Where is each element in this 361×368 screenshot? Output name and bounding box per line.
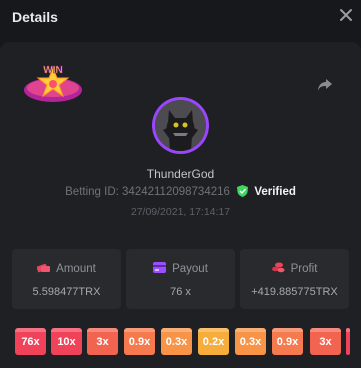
multiplier-chip: 0.9x	[272, 328, 303, 355]
multiplier-chip: 0.3x	[161, 328, 192, 355]
share-icon[interactable]	[317, 78, 333, 92]
verified-shield-icon	[237, 185, 249, 197]
bet-date: 27/09/2021, 17:14:17	[130, 206, 231, 218]
multiplier-chip: 3x	[310, 328, 341, 355]
stat-amount-value: 5.598477TRX	[32, 286, 101, 298]
avatar-image-icon	[155, 100, 206, 151]
card-icon	[153, 262, 167, 273]
stat-amount-label: Amount	[56, 263, 96, 275]
multiplier-chip: 0.9x	[124, 328, 155, 355]
coins-icon	[271, 262, 285, 273]
betting-id-label: Betting ID:	[65, 186, 119, 198]
stat-payout-value: 76 x	[170, 286, 191, 298]
stat-payout: Payout 76 x	[126, 249, 235, 309]
dialog-header: Details	[0, 0, 361, 36]
stat-profit-value: +419.885775TRX	[251, 286, 338, 298]
avatar	[152, 97, 209, 154]
multiplier-chip: 0.3x	[235, 328, 266, 355]
multiplier-chip	[346, 328, 350, 355]
multiplier-chip: 0.2x	[198, 328, 229, 355]
betting-id-value: 34242112098734216	[122, 186, 230, 198]
dialog-title: Details	[12, 9, 58, 25]
win-badge-icon: WIN	[24, 65, 82, 102]
close-icon[interactable]	[339, 8, 353, 22]
details-card: WIN ThunderGod Betting ID: 3424211209873…	[0, 42, 361, 368]
multiplier-chip: 10x	[51, 328, 82, 355]
win-badge-text: WIN	[43, 65, 62, 76]
betting-id-row: Betting ID: 34242112098734216 Verified	[0, 185, 361, 198]
stat-amount: Amount 5.598477TRX	[12, 249, 121, 309]
username: ThunderGod	[146, 167, 215, 181]
stat-payout-label: Payout	[172, 263, 208, 275]
multiplier-chip: 3x	[87, 328, 118, 355]
verified-label: Verified	[254, 186, 296, 198]
stat-profit-label: Profit	[290, 263, 318, 275]
money-icon	[36, 263, 51, 273]
stat-profit: Profit +419.885775TRX	[240, 249, 349, 309]
stats-row: Amount 5.598477TRX Payout 76 x Profit +4…	[12, 249, 350, 309]
multiplier-strip: 76x 10x 3x 0.9x 0.3x 0.2x 0.3x 0.9x 3x	[15, 328, 361, 356]
multiplier-chip: 76x	[15, 328, 46, 355]
